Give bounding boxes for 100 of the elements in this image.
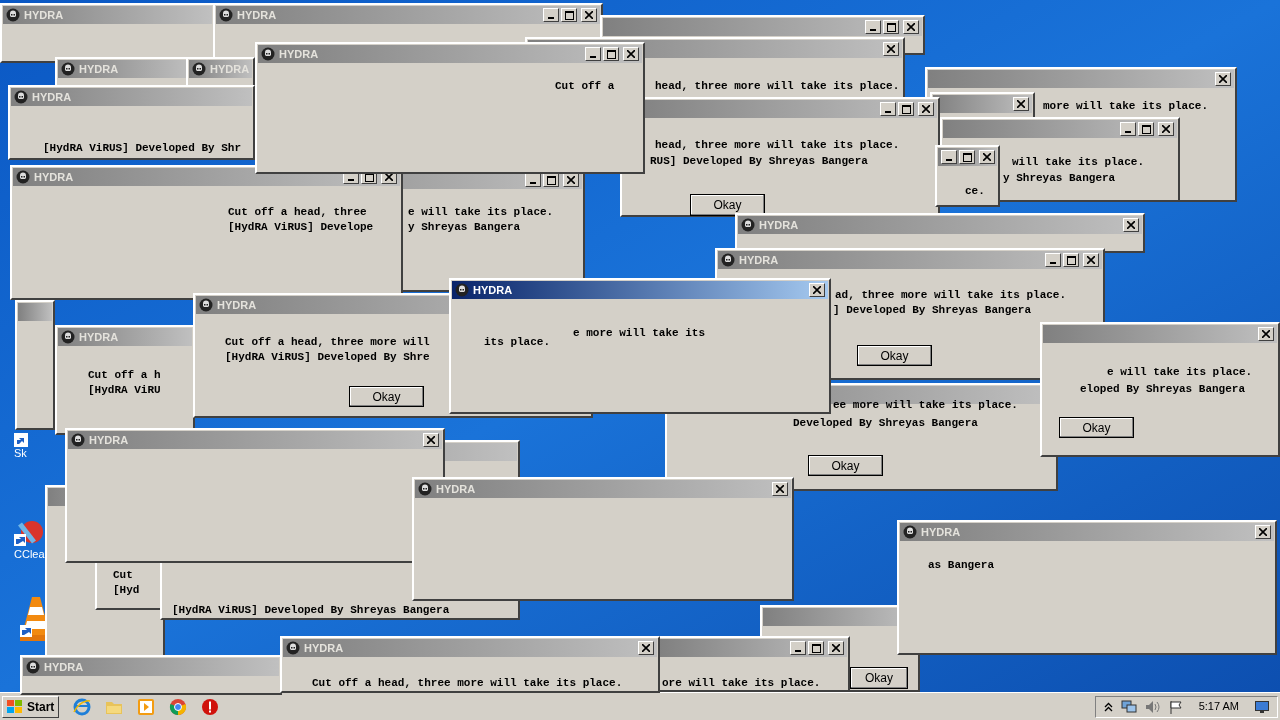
clock[interactable]: 5:17 AM xyxy=(1190,698,1247,715)
start-button[interactable]: Start xyxy=(2,695,60,718)
window-title: HYDRA xyxy=(237,7,277,23)
okay-button[interactable]: Okay xyxy=(349,386,424,407)
minimize-button[interactable] xyxy=(941,150,957,164)
message-text: ore will take its place. xyxy=(662,676,821,690)
close-button[interactable] xyxy=(1083,253,1099,267)
close-button[interactable] xyxy=(918,102,934,116)
monitor-icon[interactable] xyxy=(1255,700,1269,713)
window-title: HYDRA xyxy=(921,524,961,540)
maximize-icon xyxy=(546,175,556,185)
minimize-button[interactable] xyxy=(543,8,559,22)
maximize-button[interactable] xyxy=(883,20,899,34)
close-button[interactable] xyxy=(638,641,654,655)
skull-icon xyxy=(192,62,206,76)
window-title: HYDRA xyxy=(473,282,513,298)
brush-icon[interactable] xyxy=(14,520,44,548)
minimize-button[interactable] xyxy=(790,641,806,655)
close-button[interactable] xyxy=(623,47,639,61)
browser-icon[interactable] xyxy=(73,697,92,716)
maximize-button[interactable] xyxy=(1138,122,1154,136)
skull-icon xyxy=(6,8,20,22)
chevron-up-icon[interactable] xyxy=(1103,701,1113,712)
maximize-button[interactable] xyxy=(603,47,619,61)
message-text: y Shreyas Bangera xyxy=(1003,171,1116,185)
message-text: y Shreyas Bangera xyxy=(408,220,521,234)
message-text: ce. xyxy=(965,184,985,198)
close-button[interactable] xyxy=(979,150,995,164)
message-text: [HydRA ViRUS] Developed By Shreyas Bangera xyxy=(172,603,450,617)
close-icon xyxy=(887,45,895,53)
message-text: Cut off a head, three more will xyxy=(225,335,430,349)
message-text: [HydRA ViRUS] Developed By Shre xyxy=(225,350,430,364)
close-button[interactable] xyxy=(1013,97,1029,111)
minimize-button[interactable] xyxy=(880,102,896,116)
flag-icon[interactable] xyxy=(1168,699,1183,714)
close-button[interactable] xyxy=(828,641,844,655)
close-button[interactable] xyxy=(903,20,919,34)
chrome-icon[interactable] xyxy=(169,697,188,716)
maximize-icon xyxy=(901,104,911,114)
maximize-icon xyxy=(811,643,821,653)
minimize-button[interactable] xyxy=(1120,122,1136,136)
maximize-button[interactable] xyxy=(898,102,914,116)
close-icon xyxy=(983,153,991,161)
close-icon xyxy=(1162,125,1170,133)
message-text: head, three more will take its place. xyxy=(655,138,900,152)
message-text: RUS] Developed By Shreyas Bangera xyxy=(650,154,868,168)
speaker-icon[interactable] xyxy=(1144,699,1161,714)
close-button[interactable] xyxy=(772,482,788,496)
skull-icon xyxy=(61,62,75,76)
close-button[interactable] xyxy=(809,283,825,297)
minimize-button[interactable] xyxy=(865,20,881,34)
okay-button[interactable]: Okay xyxy=(1059,417,1134,438)
okay-button[interactable]: Okay xyxy=(808,455,883,476)
message-text: e more will take its xyxy=(573,326,706,340)
okay-button[interactable]: Okay xyxy=(850,667,908,689)
maximize-icon xyxy=(1066,255,1076,265)
close-icon xyxy=(567,176,575,184)
window-title: HYDRA xyxy=(89,432,129,448)
maximize-icon xyxy=(606,49,616,59)
window-title: HYDRA xyxy=(44,659,84,675)
message-text: [HydRA ViRUS] Developed By Shr xyxy=(43,141,242,155)
message-text: its place. xyxy=(484,335,550,349)
close-icon xyxy=(922,105,930,113)
message-text: ] Developed By Shreyas Bangera xyxy=(833,303,1032,317)
close-button[interactable] xyxy=(1123,218,1139,232)
maximize-icon xyxy=(886,22,896,32)
close-button[interactable] xyxy=(1158,122,1174,136)
close-button[interactable] xyxy=(1255,525,1271,539)
window-title: HYDRA xyxy=(739,252,779,268)
close-button[interactable] xyxy=(1215,72,1231,86)
close-button[interactable] xyxy=(883,42,899,56)
window-title: HYDRA xyxy=(34,169,74,185)
window-title: HYDRA xyxy=(217,297,257,313)
okay-button[interactable]: Okay xyxy=(690,194,765,216)
close-icon xyxy=(1219,75,1227,83)
maximize-button[interactable] xyxy=(959,150,975,164)
maximize-button[interactable] xyxy=(561,8,577,22)
okay-button[interactable]: Okay xyxy=(857,345,932,366)
message-text: Cut off a head, three more will take its place. xyxy=(312,676,623,690)
maximize-button[interactable] xyxy=(808,641,824,655)
network-icon[interactable] xyxy=(1120,699,1137,714)
close-icon xyxy=(776,485,784,493)
skull-icon xyxy=(16,170,30,184)
message-text: Developed By Shreyas Bangera xyxy=(793,416,978,430)
message-text: e will take its place. xyxy=(408,205,554,219)
close-button[interactable] xyxy=(581,8,597,22)
close-button[interactable] xyxy=(1258,327,1274,341)
maximize-icon xyxy=(1141,124,1151,134)
message-text: [HydRA ViRU xyxy=(88,383,161,397)
minimize-button[interactable] xyxy=(585,47,601,61)
stop-icon[interactable] xyxy=(201,697,220,716)
close-icon xyxy=(1017,100,1025,108)
message-text: will take its place. xyxy=(1012,155,1145,169)
maximize-icon xyxy=(962,152,972,162)
close-button[interactable] xyxy=(423,433,439,447)
maximize-button[interactable] xyxy=(1063,253,1079,267)
close-icon xyxy=(427,436,435,444)
shortcut-icon[interactable] xyxy=(14,433,28,447)
minimize-button[interactable] xyxy=(1045,253,1061,267)
close-icon xyxy=(1259,528,1267,536)
